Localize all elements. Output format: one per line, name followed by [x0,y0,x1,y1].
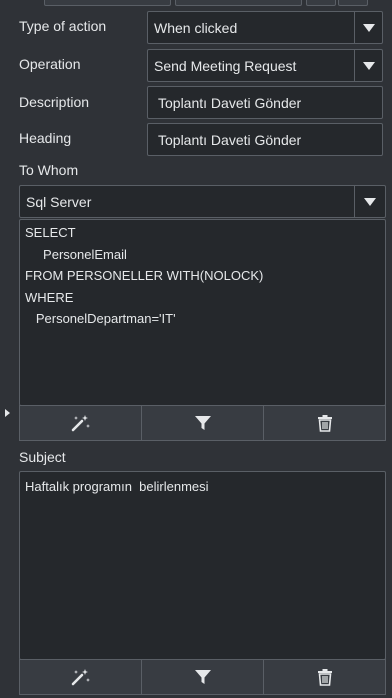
operation-label: Operation [19,56,81,72]
top-control-fragment [306,0,336,6]
magic-wand-icon [71,669,90,686]
to-whom-source-value: Sql Server [26,193,92,210]
type-of-action-select[interactable]: When clicked [147,11,383,44]
query-line: WHERE [25,290,74,305]
top-control-fragment [44,0,171,6]
filter-icon [194,670,211,684]
operation-select[interactable]: Send Meeting Request [147,49,383,82]
operation-value: Send Meeting Request [154,57,297,74]
chevron-down-icon[interactable] [354,186,385,217]
query-line: FROM PERSONELLER WITH(NOLOCK) [25,268,264,283]
description-input[interactable]: Toplantı Daveti Gönder [147,86,383,119]
heading-input[interactable]: Toplantı Daveti Gönder [147,123,383,156]
subject-toolbar [19,659,386,695]
description-value: Toplantı Daveti Gönder [158,94,302,111]
delete-button[interactable] [264,660,385,694]
heading-value: Toplantı Daveti Gönder [158,131,302,148]
trash-icon [317,415,332,432]
chevron-down-icon[interactable] [354,12,382,43]
trash-icon [317,669,332,686]
delete-button[interactable] [264,406,385,440]
type-of-action-label: Type of action [19,18,107,34]
filter-button[interactable] [142,406,264,440]
filter-icon [194,416,211,430]
magic-wand-button[interactable] [20,406,142,440]
heading-label: Heading [19,130,72,146]
subject-label: Subject [19,449,66,465]
query-line: SELECT [25,225,76,240]
top-control-fragment [338,0,368,6]
subject-text: Haftalık programın belirlenmesi [25,479,209,494]
magic-wand-button[interactable] [20,660,142,694]
query-toolbar [19,405,386,441]
expand-arrow-icon[interactable] [5,409,10,417]
subject-editor[interactable]: Haftalık programın belirlenmesi [19,471,386,660]
query-line: PersonelDepartman='IT' [25,311,176,326]
to-whom-label: To Whom [19,162,79,178]
description-label: Description [19,94,90,110]
query-editor[interactable]: SELECT PersonelEmail FROM PERSONELLER WI… [19,219,386,406]
to-whom-source-select[interactable]: Sql Server [19,185,386,218]
magic-wand-icon [71,415,90,432]
query-line: PersonelEmail [25,247,127,262]
filter-button[interactable] [142,660,264,694]
chevron-down-icon[interactable] [354,50,382,81]
top-control-fragment [175,0,302,6]
type-of-action-value: When clicked [154,19,238,36]
